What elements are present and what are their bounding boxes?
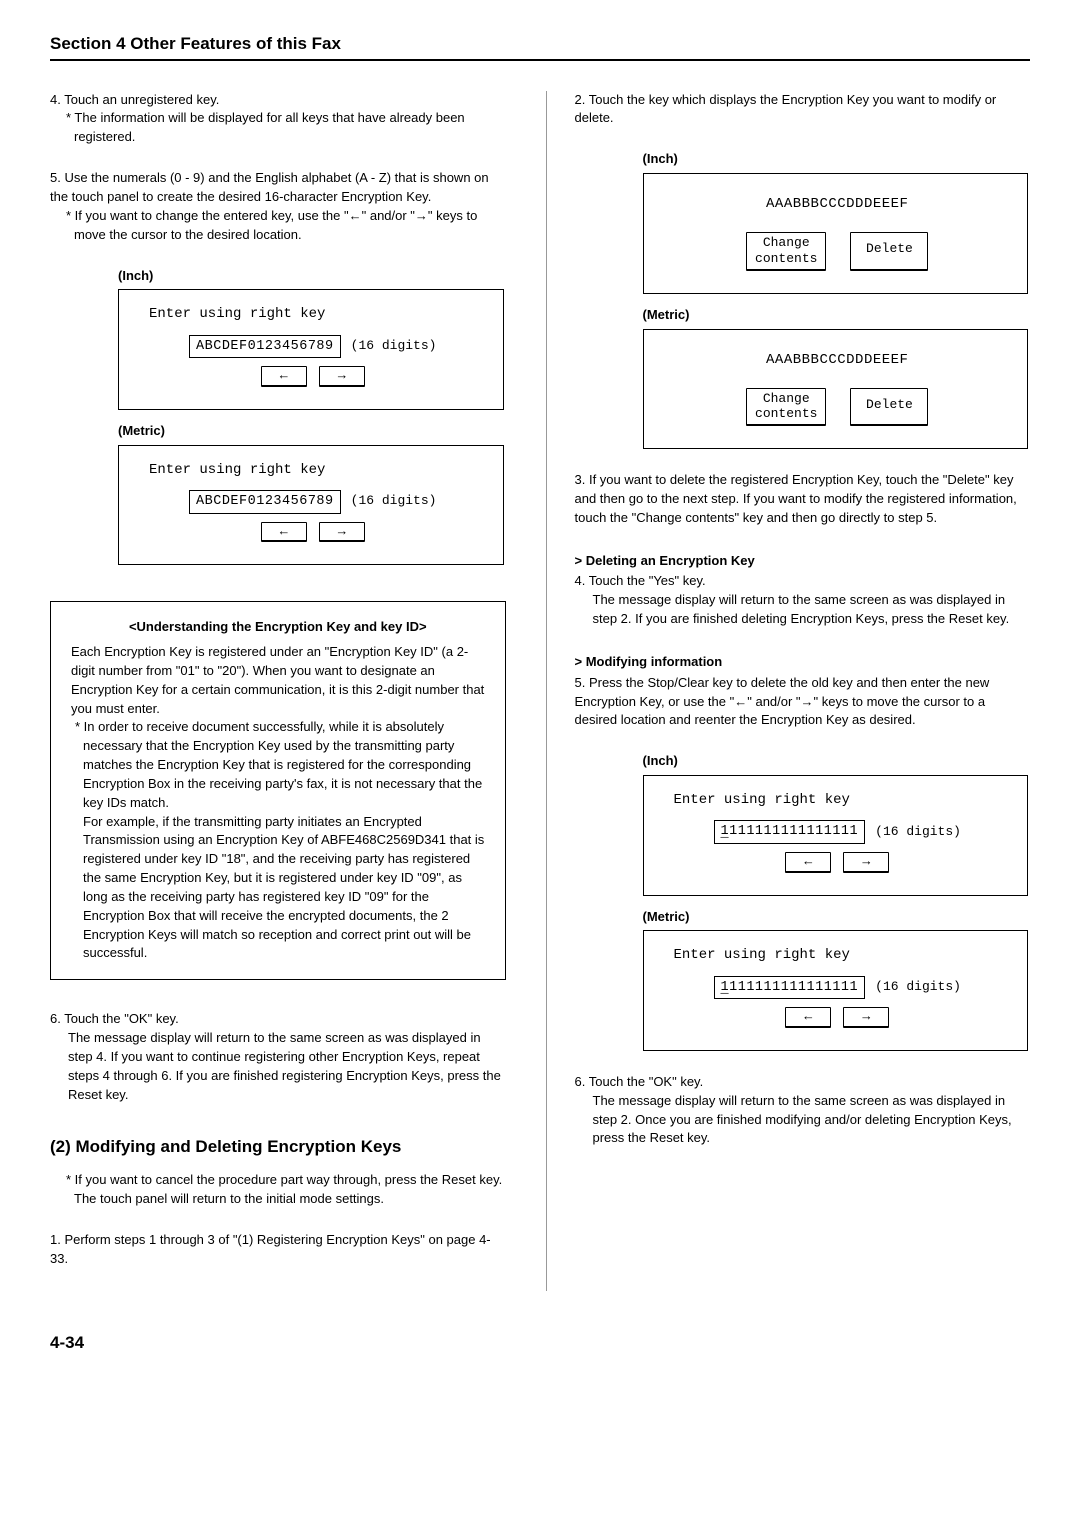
lcd-prompt: Enter using right key: [674, 790, 1014, 810]
step-6r: 6. Touch the "OK" key. The message displ…: [575, 1073, 1031, 1148]
info-box: <Understanding the Encryption Key and ke…: [50, 601, 506, 980]
step-note: * If you want to change the entered key,…: [58, 207, 506, 245]
digits-hint: (16 digits): [875, 978, 961, 997]
step-text: 4. Touch an unregistered key.: [50, 91, 506, 110]
encryption-key-field[interactable]: ABCDEF0123456789: [189, 490, 341, 514]
delete-button[interactable]: Delete: [850, 388, 928, 426]
unit-inch-label: (Inch): [643, 752, 1031, 771]
change-contents-button[interactable]: Change contents: [746, 388, 826, 426]
info-note: * In order to receive document successfu…: [71, 718, 485, 812]
encryption-key-field[interactable]: 1111111111111111: [714, 976, 866, 1000]
step-text: 6. Touch the "OK" key.: [50, 1010, 506, 1029]
step-body: The message display will return to the s…: [50, 1029, 506, 1104]
digits-hint: (16 digits): [351, 492, 437, 511]
unit-metric-label: (Metric): [643, 908, 1031, 927]
digits-hint: (16 digits): [875, 823, 961, 842]
step-text: 1. Perform steps 1 through 3 of "(1) Reg…: [50, 1231, 506, 1269]
subsection-heading: (2) Modifying and Deleting Encryption Ke…: [50, 1135, 506, 1160]
page-number: 4-34: [50, 1331, 1030, 1356]
arrow-right-button[interactable]: →: [843, 1007, 889, 1028]
step-text: 5. Use the numerals (0 - 9) and the Engl…: [50, 169, 506, 207]
info-title: <Understanding the Encryption Key and ke…: [71, 618, 485, 637]
unit-metric-label: (Metric): [118, 422, 506, 441]
step-1: 1. Perform steps 1 through 3 of "(1) Reg…: [50, 1231, 506, 1269]
encryption-key-field[interactable]: ABCDEF0123456789: [189, 335, 341, 359]
step-4: 4. Touch an unregistered key. * The info…: [50, 91, 506, 148]
step-note: * The information will be displayed for …: [58, 109, 506, 147]
encryption-key-field[interactable]: 1111111111111111: [714, 820, 866, 844]
arrow-right-button[interactable]: →: [319, 522, 365, 543]
unit-metric-label: (Metric): [643, 306, 1031, 325]
step-body: The message display will return to the s…: [575, 1092, 1031, 1149]
lcd-prompt: Enter using right key: [149, 460, 489, 480]
arrow-right-button[interactable]: →: [319, 366, 365, 387]
right-column: 2. Touch the key which displays the Encr…: [546, 91, 1031, 1291]
deleting-heading: > Deleting an Encryption Key: [575, 552, 1031, 571]
lcd-box-metric-2: Enter using right key 1111111111111111 (…: [643, 930, 1029, 1050]
step-3: 3. If you want to delete the registered …: [575, 471, 1031, 528]
lcd-box-inch: Enter using right key ABCDEF0123456789 (…: [118, 289, 504, 409]
lcd-box-metric: Enter using right key ABCDEF0123456789 (…: [118, 445, 504, 565]
digits-hint: (16 digits): [351, 337, 437, 356]
step-text: 4. Touch the "Yes" key.: [575, 572, 1031, 591]
unit-inch-label: (Inch): [118, 267, 506, 286]
step-5: 5. Use the numerals (0 - 9) and the Engl…: [50, 169, 506, 244]
info-example: For example, if the transmitting party i…: [71, 813, 485, 964]
unit-inch-label: (Inch): [643, 150, 1031, 169]
step-text: 3. If you want to delete the registered …: [575, 471, 1031, 528]
step-body: The message display will return to the s…: [575, 591, 1031, 629]
arrow-left-button[interactable]: ←: [785, 852, 831, 873]
lcd-code: AAABBBCCCDDDEEEF: [662, 350, 1014, 370]
lcd-code: AAABBBCCCDDDEEEF: [662, 194, 1014, 214]
arrow-left-button[interactable]: ←: [785, 1007, 831, 1028]
delete-button[interactable]: Delete: [850, 232, 928, 270]
step-2: 2. Touch the key which displays the Encr…: [575, 91, 1031, 129]
arrow-left-button[interactable]: ←: [261, 522, 307, 543]
lcd-box-inch: AAABBBCCCDDDEEEF Change contents Delete: [643, 173, 1029, 293]
lcd-prompt: Enter using right key: [674, 945, 1014, 965]
step-text: 2. Touch the key which displays the Encr…: [575, 91, 1031, 129]
lcd-prompt: Enter using right key: [149, 304, 489, 324]
step-6: 6. Touch the "OK" key. The message displ…: [50, 1010, 506, 1104]
arrow-right-button[interactable]: →: [843, 852, 889, 873]
section-title: Section 4 Other Features of this Fax: [50, 32, 1030, 61]
lcd-box-metric: AAABBBCCCDDDEEEF Change contents Delete: [643, 329, 1029, 449]
lcd-box-inch-2: Enter using right key 1111111111111111 (…: [643, 775, 1029, 895]
step-5r: 5. Press the Stop/Clear key to delete th…: [575, 674, 1031, 731]
step-text: 5. Press the Stop/Clear key to delete th…: [575, 674, 1031, 731]
cancel-note: * If you want to cancel the procedure pa…: [58, 1171, 506, 1209]
arrow-left-button[interactable]: ←: [261, 366, 307, 387]
info-paragraph: Each Encryption Key is registered under …: [71, 643, 485, 718]
modifying-heading: > Modifying information: [575, 653, 1031, 672]
left-column: 4. Touch an unregistered key. * The info…: [50, 91, 506, 1291]
step-4r: 4. Touch the "Yes" key. The message disp…: [575, 572, 1031, 629]
change-contents-button[interactable]: Change contents: [746, 232, 826, 270]
step-text: 6. Touch the "OK" key.: [575, 1073, 1031, 1092]
